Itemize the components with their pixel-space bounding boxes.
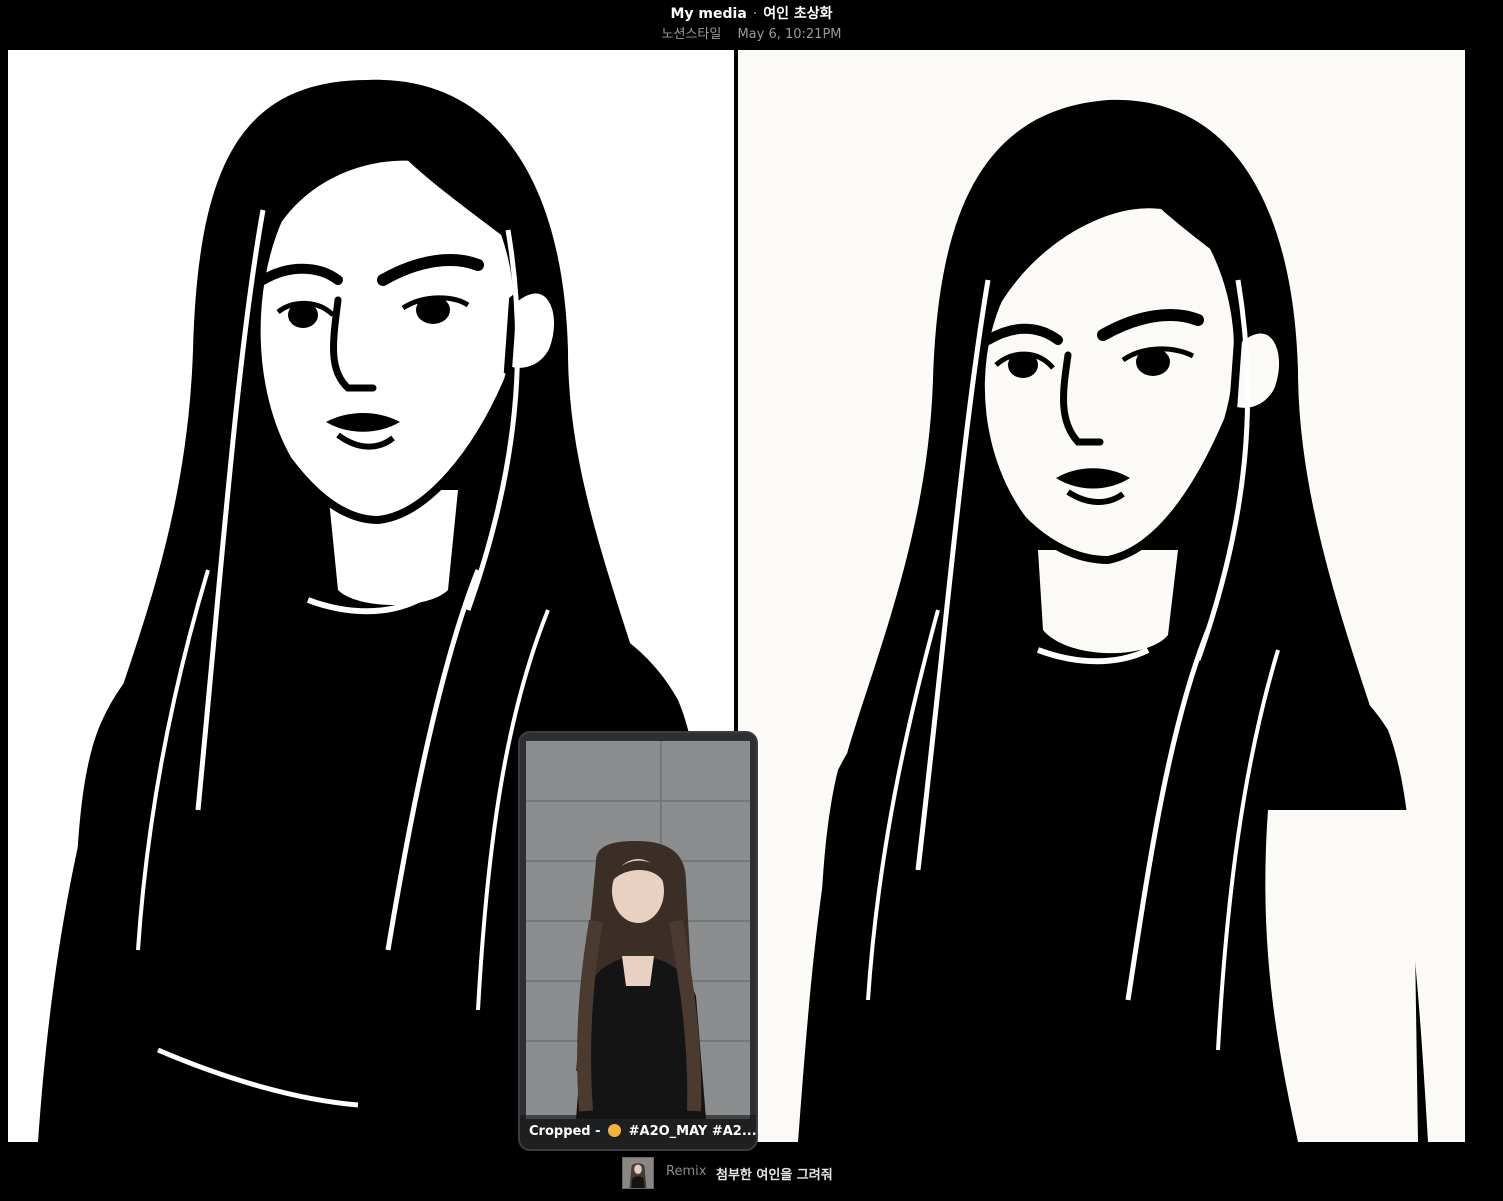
hugging-face-emoji-icon <box>608 1124 622 1137</box>
caption-tags: #A2O_MAY #A2... <box>628 1124 756 1139</box>
style-tag[interactable]: 노션스타일 <box>661 27 721 42</box>
source-caption: Cropped - #A2O_MAY #A2... <box>520 1115 756 1149</box>
timestamp: May 6, 10:21PM <box>737 27 842 42</box>
source-image-preview[interactable]: Cropped - #A2O_MAY #A2... <box>518 731 758 1151</box>
meta-row: 노션스타일 May 6, 10:21PM <box>0 23 1503 42</box>
generated-image-right[interactable] <box>738 50 1465 1142</box>
source-thumbnail[interactable] <box>622 1157 654 1189</box>
page-title[interactable]: My media <box>670 6 746 22</box>
prompt-footer: Remix 첨부한 여인을 그려줘 <box>0 1155 1503 1191</box>
collection-title[interactable]: 여인 초상화 <box>763 6 832 22</box>
title-separator: · <box>752 6 758 22</box>
remix-button[interactable]: Remix <box>666 1164 706 1179</box>
portrait-illustration-right <box>738 50 1465 1142</box>
prompt-text: 첨부한 여인을 그려줘 <box>716 1168 833 1183</box>
source-photo <box>526 741 750 1119</box>
media-header: My media · 여인 초상화 노션스타일 May 6, 10:21PM <box>0 0 1503 50</box>
title-row: My media · 여인 초상화 <box>0 3 1503 23</box>
caption-prefix: Cropped - <box>529 1124 601 1139</box>
